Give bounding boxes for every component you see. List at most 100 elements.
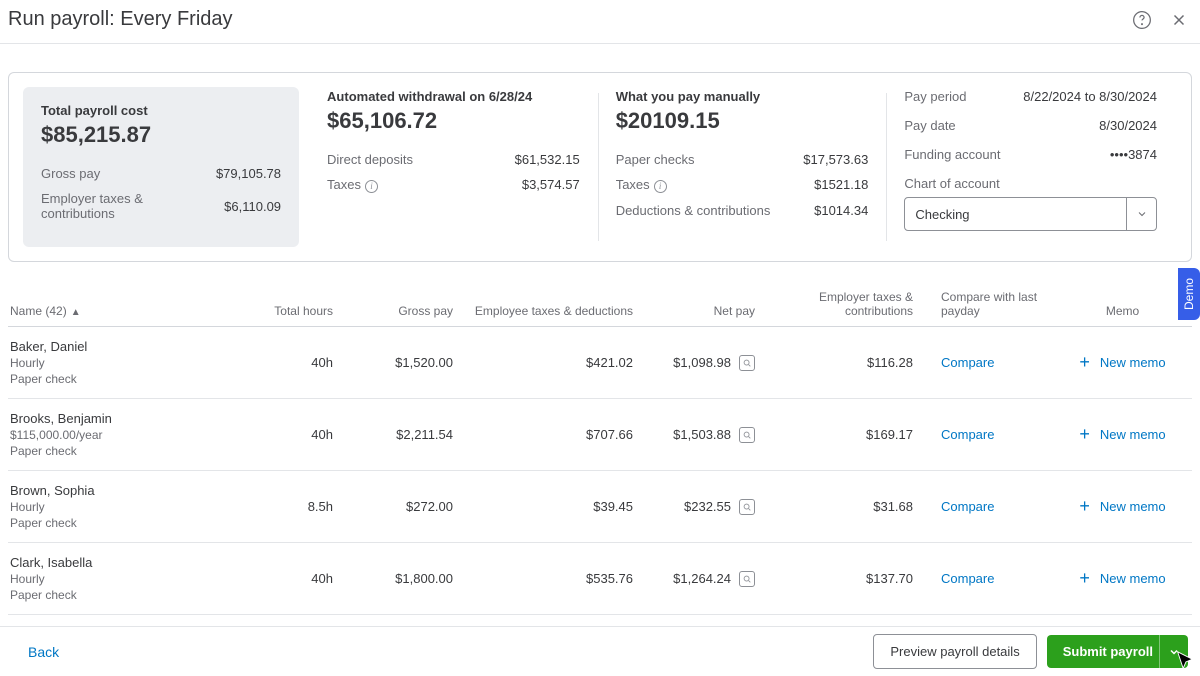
manual-panel: What you pay manually $20109.15 Paper ch… [598,89,887,245]
preview-paycheck-icon[interactable] [739,499,755,515]
employee-name: Brooks, Benjamin [10,411,208,426]
paper-checks-value: $17,573.63 [803,152,868,167]
preview-paycheck-icon[interactable] [739,571,755,587]
taxes-label: Taxesi [327,177,378,193]
withdrawal-panel: Automated withdrawal on 6/28/24 $65,106.… [309,89,598,245]
employer-taxes-value: $31.68 [783,499,913,514]
chart-account-label: Chart of account [904,176,1157,191]
gross-pay-value: $79,105.78 [216,166,281,181]
info-icon[interactable]: i [365,180,378,193]
info-icon[interactable]: i [654,180,667,193]
taxes-value: $535.76 [453,571,633,586]
hours-value: 40h [208,571,333,586]
plus-icon: + [1079,352,1090,373]
compare-link[interactable]: Compare [941,571,994,586]
funding-account-label: Funding account [904,147,1000,162]
deductions-value: $1014.34 [814,203,868,218]
new-memo-button[interactable]: +New memo [1053,352,1192,373]
employee-rate: Hourly [10,572,208,586]
col-taxes-header[interactable]: Employee taxes & deductions [453,304,633,318]
compare-link[interactable]: Compare [941,499,994,514]
table-row: Clark, Isabella Hourly Paper check 40h $… [8,543,1192,615]
col-memo-header: Memo [1053,304,1192,318]
pay-period-value: 8/22/2024 to 8/30/2024 [1023,89,1157,104]
taxes-value: $421.02 [453,355,633,370]
direct-deposits-label: Direct deposits [327,152,413,167]
employee-pay-method: Paper check [10,372,208,386]
col-net-header[interactable]: Net pay [633,304,783,318]
col-compare-header: Compare with last payday [913,290,1053,318]
summary-card: Total payroll cost $85,215.87 Gross pay … [8,72,1192,262]
net-value: $1,503.88 [673,427,731,442]
manual-taxes-value: $1521.18 [814,177,868,192]
net-value: $232.55 [684,499,731,514]
page-title: Run payroll: Every Friday [8,8,233,31]
deductions-label: Deductions & contributions [616,203,771,218]
close-icon[interactable] [1170,11,1188,29]
direct-deposits-value: $61,532.15 [515,152,580,167]
gross-pay-label: Gross pay [41,166,100,181]
manual-taxes-label: Taxesi [616,177,667,193]
col-hours-header[interactable]: Total hours [208,304,333,318]
chart-account-select[interactable]: Checking [904,197,1157,231]
preview-paycheck-icon[interactable] [739,427,755,443]
hours-value: 8.5h [208,499,333,514]
taxes-value: $707.66 [453,427,633,442]
withdrawal-value: $65,106.72 [327,108,580,134]
employer-taxes-value: $6,110.09 [224,199,281,214]
net-value: $1,264.24 [673,571,731,586]
employee-table: Name (42)▲ Total hours Gross pay Employe… [8,290,1192,671]
plus-icon: + [1079,496,1090,517]
manual-value: $20109.15 [616,108,869,134]
submit-payroll-button[interactable]: Submit payroll [1047,635,1169,668]
gross-value: $1,520.00 [333,355,453,370]
manual-label: What you pay manually [616,89,869,104]
preview-details-button[interactable]: Preview payroll details [873,634,1036,669]
back-button[interactable]: Back [28,644,59,660]
pay-date-value: 8/30/2024 [1099,118,1157,133]
hours-value: 40h [208,355,333,370]
employee-rate: Hourly [10,500,208,514]
col-name-header[interactable]: Name (42)▲ [8,304,208,318]
employer-taxes-label: Employer taxes & contributions [41,191,161,221]
employer-taxes-value: $169.17 [783,427,913,442]
demo-tab[interactable]: Demo [1178,268,1200,320]
preview-paycheck-icon[interactable] [739,355,755,371]
employer-taxes-value: $137.70 [783,571,913,586]
hours-value: 40h [208,427,333,442]
employee-pay-method: Paper check [10,516,208,530]
new-memo-button[interactable]: +New memo [1053,424,1192,445]
total-cost-label: Total payroll cost [41,103,281,118]
employer-taxes-value: $116.28 [783,355,913,370]
new-memo-button[interactable]: +New memo [1053,568,1192,589]
pay-date-label: Pay date [904,118,955,133]
plus-icon: + [1079,568,1090,589]
new-memo-button[interactable]: +New memo [1053,496,1192,517]
table-row: Baker, Daniel Hourly Paper check 40h $1,… [8,327,1192,399]
total-cost-panel: Total payroll cost $85,215.87 Gross pay … [23,87,299,247]
employee-name: Clark, Isabella [10,555,208,570]
chevron-down-icon[interactable] [1126,198,1156,230]
pay-period-label: Pay period [904,89,966,104]
employee-pay-method: Paper check [10,444,208,458]
funding-account-value: ••••3874 [1110,147,1157,162]
employee-name: Baker, Daniel [10,339,208,354]
taxes-value: $3,574.57 [522,177,580,192]
employee-name: Brown, Sophia [10,483,208,498]
withdrawal-label: Automated withdrawal on 6/28/24 [327,89,580,104]
compare-link[interactable]: Compare [941,427,994,442]
submit-payroll-dropdown[interactable] [1159,635,1188,668]
chart-account-selected: Checking [905,207,1126,222]
employee-pay-method: Paper check [10,588,208,602]
gross-value: $2,211.54 [333,427,453,442]
col-emp-header[interactable]: Employer taxes & contributions [783,290,913,318]
employee-rate: $115,000.00/year [10,428,208,442]
compare-link[interactable]: Compare [941,355,994,370]
sort-asc-icon: ▲ [71,307,81,318]
total-cost-value: $85,215.87 [41,122,281,148]
gross-value: $1,800.00 [333,571,453,586]
taxes-value: $39.45 [453,499,633,514]
col-gross-header[interactable]: Gross pay [333,304,453,318]
plus-icon: + [1079,424,1090,445]
help-icon[interactable] [1132,10,1152,30]
